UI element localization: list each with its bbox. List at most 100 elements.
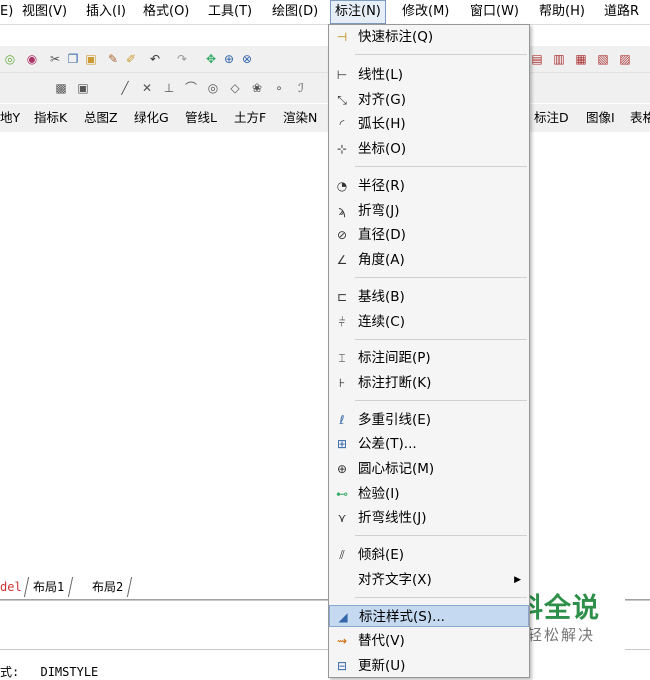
menu-item-align-text[interactable]: 对齐文字(X) ▶: [329, 569, 529, 591]
menu-insert[interactable]: 插入(I): [86, 0, 126, 24]
menu-window[interactable]: 窗口(W): [470, 0, 519, 24]
standard-toolbar: ◎ ◉ ✂ ❐ ▣ ✎ ✐ ↶ ↷ ✥ ⊕ ⊗ ▤ ▥ ▦ ▧ ▨: [0, 46, 650, 73]
menu-separator: [355, 597, 527, 598]
command-line: 式: DIMSTYLE: [0, 663, 98, 680]
menu-item-linear[interactable]: ⊢ 线性(L): [329, 64, 529, 86]
toolbar-item-table[interactable]: 表格: [630, 104, 650, 132]
menu-item-update[interactable]: ⊟ 更新(U): [329, 655, 529, 677]
zoom-window-icon[interactable]: ⊗: [240, 52, 254, 66]
calculator-icon[interactable]: ▨: [618, 52, 632, 66]
menu-item-tolerance[interactable]: ⊞ 公差(T)...: [329, 433, 529, 455]
tab-layout1-label: 布局1: [33, 580, 65, 594]
snap-endpoint-icon[interactable]: ╱: [118, 81, 132, 95]
menu-item-label: 检验(I): [358, 486, 400, 502]
ordinate-icon: ⊹: [336, 142, 348, 156]
menu-separator: [355, 400, 527, 401]
pan-icon[interactable]: ✥: [204, 52, 218, 66]
menu-item-jogged[interactable]: ϡ 折弯(J): [329, 200, 529, 222]
menu-item-angular[interactable]: ∠ 角度(A): [329, 249, 529, 271]
menu-road[interactable]: 道路R: [604, 0, 639, 24]
jogged-linear-icon: ⋎: [337, 511, 347, 525]
baseline-icon: ⊏: [336, 290, 348, 304]
menu-modify[interactable]: 修改(M): [402, 0, 449, 24]
markup-icon[interactable]: ▧: [596, 52, 610, 66]
snap-insert-icon[interactable]: ❀: [250, 81, 264, 95]
snap-quadrant-icon[interactable]: ◇: [228, 81, 242, 95]
menu-item-label: 折弯(J): [358, 203, 400, 219]
menu-dimension[interactable]: 标注(N): [330, 0, 386, 24]
toolbar-item-render[interactable]: 渲染N: [283, 104, 317, 132]
menu-item-jogged-linear[interactable]: ⋎ 折弯线性(J): [329, 507, 529, 529]
layer-state-icon[interactable]: ▩: [54, 81, 68, 95]
paste-icon[interactable]: ▣: [84, 52, 98, 66]
menu-item-quick-dim[interactable]: ⊣ 快速标注(Q): [329, 26, 529, 48]
sheet-set-icon[interactable]: ▦: [574, 52, 588, 66]
layer-previous-icon[interactable]: ▣: [76, 81, 90, 95]
menu-item-dim-break[interactable]: ⊦ 标注打断(K): [329, 372, 529, 394]
menu-item-label: 连续(C): [358, 314, 405, 330]
toolbar-item-dimension[interactable]: 标注D: [534, 104, 569, 132]
layer-tool-icon[interactable]: ▤: [530, 52, 544, 66]
menu-item-ordinate[interactable]: ⊹ 坐标(O): [329, 138, 529, 160]
toolbar-item-greening[interactable]: 绿化G: [134, 104, 169, 132]
redo-icon[interactable]: ↷: [175, 52, 189, 66]
menu-edit[interactable]: E): [0, 0, 13, 24]
match-brush-icon[interactable]: ✐: [124, 52, 138, 66]
quick-dim-icon: ⊣: [336, 30, 348, 44]
toolbar-item-general-plan[interactable]: 总图Z: [84, 104, 118, 132]
menu-item-override[interactable]: ⇝ 替代(V): [329, 630, 529, 652]
menu-item-inspect[interactable]: ⊷ 检验(I): [329, 483, 529, 505]
snap-tangent-icon[interactable]: ⌒: [184, 81, 198, 95]
zoom-realtime-icon[interactable]: ⊕: [222, 52, 236, 66]
toolbar-item-pipeline[interactable]: 管线L: [185, 104, 217, 132]
toolbar-item-site[interactable]: 地Y: [0, 104, 20, 132]
menu-item-arc-length[interactable]: ◜ 弧长(H): [329, 113, 529, 135]
snap-perpendicular-icon[interactable]: ⊥: [162, 81, 176, 95]
menu-item-oblique[interactable]: ⫽ 倾斜(E): [329, 544, 529, 566]
tab-layout2[interactable]: 布局2: [83, 577, 133, 597]
menu-view[interactable]: 视图(V): [22, 0, 67, 24]
menu-item-baseline[interactable]: ⊏ 基线(B): [329, 286, 529, 308]
radius-icon: ◔: [336, 179, 348, 193]
snap-node-icon[interactable]: ∘: [272, 81, 286, 95]
undo-icon[interactable]: ↶: [148, 52, 162, 66]
cut-icon[interactable]: ✂: [48, 52, 62, 66]
menu-help[interactable]: 帮助(H): [539, 0, 585, 24]
center-mark-icon: ⊕: [336, 462, 348, 476]
menu-item-dim-style[interactable]: ◢ 标注样式(S)...: [329, 605, 529, 627]
continue-icon: ⫩: [338, 315, 346, 329]
design-center-icon[interactable]: ◉: [25, 52, 39, 66]
menu-format[interactable]: 格式(O): [143, 0, 189, 24]
copy-icon[interactable]: ❐: [66, 52, 80, 66]
diameter-icon: ⊘: [336, 228, 348, 242]
snap-intersection-icon[interactable]: ✕: [140, 81, 154, 95]
menu-item-label: 坐标(O): [358, 141, 407, 157]
menu-item-diameter[interactable]: ⊘ 直径(D): [329, 224, 529, 246]
menu-bar: E) 视图(V) 插入(I) 格式(O) 工具(T) 绘图(D) 标注(N) 修…: [0, 0, 650, 25]
menu-draw[interactable]: 绘图(D): [272, 0, 318, 24]
menu-item-multileader[interactable]: ℓ 多重引线(E): [329, 409, 529, 431]
toolbar-item-earthwork[interactable]: 土方F: [234, 104, 266, 132]
snap-nearest-icon[interactable]: ℐ: [294, 81, 308, 95]
drawing-canvas[interactable]: [0, 132, 650, 575]
menu-item-label: 标注打断(K): [358, 375, 432, 391]
menu-separator: [355, 166, 527, 167]
tab-layout1[interactable]: 布局1: [23, 577, 74, 597]
menu-item-center-mark[interactable]: ⊕ 圆心标记(M): [329, 458, 529, 480]
menu-item-continue[interactable]: ⫩ 连续(C): [329, 311, 529, 333]
menu-item-dim-space[interactable]: ⌶ 标注间距(P): [329, 347, 529, 369]
toolbar-item-image[interactable]: 图像I: [586, 104, 615, 132]
menu-item-aligned[interactable]: ⤡ 对齐(G): [329, 89, 529, 111]
update-icon: ⊟: [336, 659, 348, 673]
snap-center-icon[interactable]: ◎: [206, 81, 220, 95]
brush-icon[interactable]: ✎: [106, 52, 120, 66]
tab-model[interactable]: del: [0, 577, 22, 597]
properties-icon[interactable]: ▥: [552, 52, 566, 66]
menu-separator: [355, 54, 527, 55]
menu-tools[interactable]: 工具(T): [208, 0, 252, 24]
menu-item-radius[interactable]: ◔ 半径(R): [329, 175, 529, 197]
toolbar-item-index[interactable]: 指标K: [34, 104, 67, 132]
menu-item-label: 线性(L): [358, 67, 404, 83]
match-properties-icon[interactable]: ◎: [3, 52, 17, 66]
menu-item-label: 标注间距(P): [358, 350, 431, 366]
